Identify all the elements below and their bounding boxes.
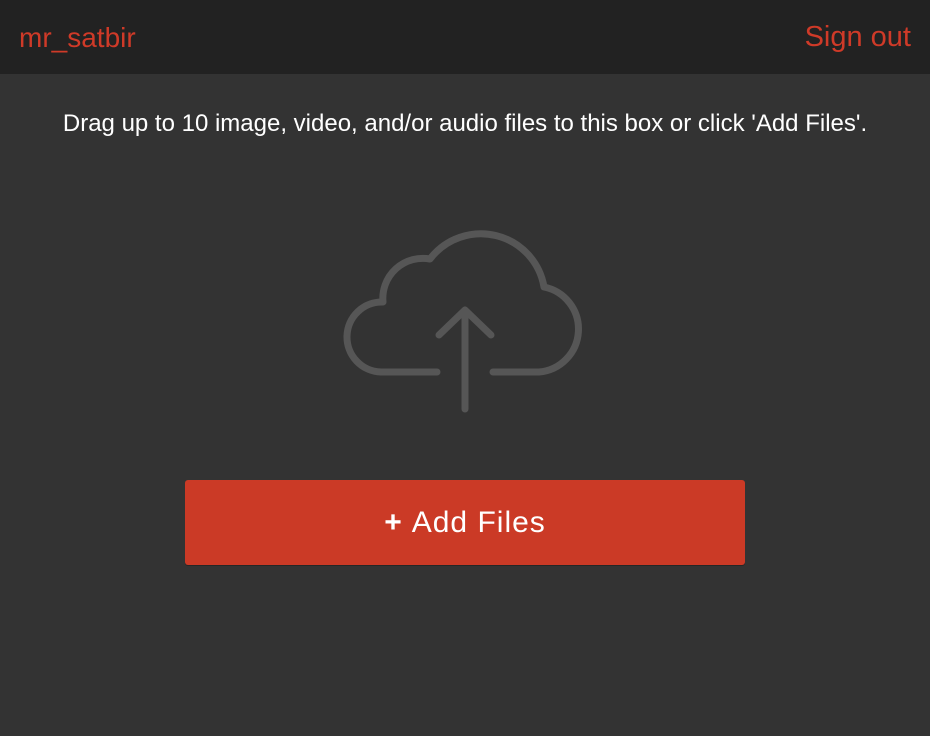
upload-app: mr_satbir Sign out Drag up to 10 image, … — [0, 0, 930, 736]
upload-arrow — [435, 306, 495, 413]
top-bar: mr_satbir Sign out — [0, 0, 930, 74]
sign-out-link[interactable]: Sign out — [805, 19, 911, 55]
add-files-label: Add Files — [411, 505, 546, 539]
add-files-button[interactable]: + Add Files — [185, 480, 745, 565]
drop-instructions: Drag up to 10 image, video, and/or audio… — [62, 110, 868, 137]
plus-icon: + — [384, 505, 403, 539]
username-link[interactable]: mr_satbir — [19, 21, 136, 55]
cloud-upload-icon — [343, 230, 582, 413]
file-drop-zone[interactable]: Drag up to 10 image, video, and/or audio… — [0, 74, 930, 736]
